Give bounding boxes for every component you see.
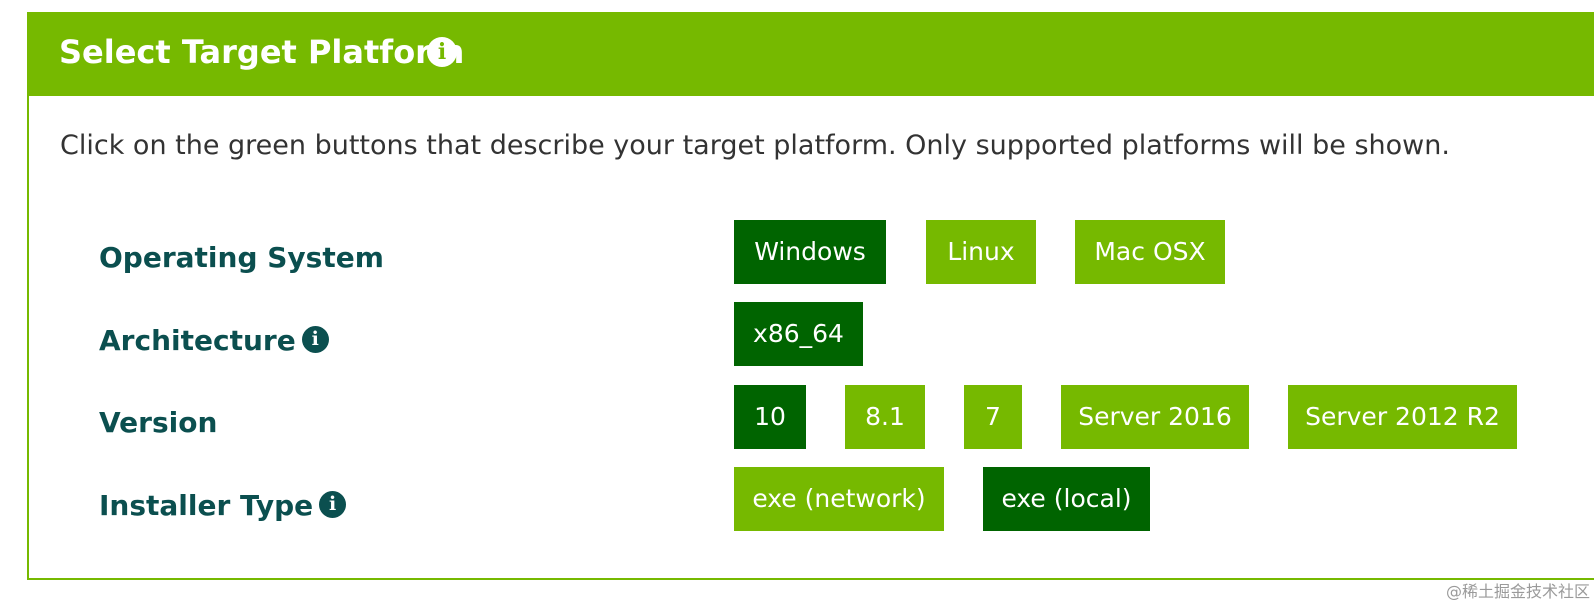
version-option-server-2016[interactable]: Server 2016 (1061, 385, 1249, 449)
row-label-architecture: Architecture i (99, 323, 329, 359)
watermark: @稀土掘金技术社区 (1445, 582, 1590, 601)
row-label-installer-type: Installer Type i (99, 488, 347, 524)
instructions-text: Click on the green buttons that describe… (60, 130, 1450, 161)
panel-header: Select Target Platform i (29, 12, 1594, 96)
installer-option-exe-local[interactable]: exe (local) (983, 467, 1150, 531)
row-label-text: Installer Type (99, 489, 314, 522)
info-icon[interactable]: i (319, 490, 347, 518)
panel-title: Select Target Platform (59, 33, 465, 71)
os-option-linux[interactable]: Linux (926, 220, 1036, 284)
installer-option-exe-network[interactable]: exe (network) (734, 467, 944, 531)
version-option-8-1[interactable]: 8.1 (845, 385, 925, 449)
version-option-server-2012-r2[interactable]: Server 2012 R2 (1288, 385, 1517, 449)
version-option-7[interactable]: 7 (964, 385, 1022, 449)
row-label-operating-system: Operating System (99, 240, 384, 276)
arch-option-x86-64[interactable]: x86_64 (734, 302, 863, 366)
info-icon[interactable]: i (427, 37, 457, 67)
info-icon[interactable]: i (301, 325, 329, 353)
row-label-text: Version (99, 406, 218, 439)
os-option-windows[interactable]: Windows (734, 220, 886, 284)
platform-selector-panel: Select Target Platform i Click on the gr… (27, 12, 1594, 580)
version-option-10[interactable]: 10 (734, 385, 806, 449)
row-label-text: Operating System (99, 241, 384, 274)
row-label-text: Architecture (99, 324, 296, 357)
row-label-version: Version (99, 405, 217, 441)
os-option-mac-osx[interactable]: Mac OSX (1075, 220, 1225, 284)
